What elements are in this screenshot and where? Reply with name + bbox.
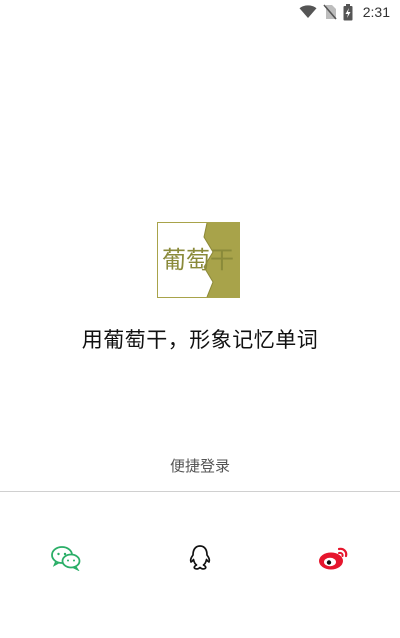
app-logo: 葡萄干 bbox=[157, 222, 240, 298]
qq-login-button[interactable] bbox=[182, 540, 218, 576]
battery-charging-icon bbox=[343, 3, 353, 21]
wifi-icon bbox=[299, 5, 317, 19]
no-sim-icon bbox=[323, 4, 337, 20]
wechat-icon bbox=[51, 545, 81, 571]
divider bbox=[0, 491, 400, 492]
status-icons: 2:31 bbox=[299, 2, 390, 22]
status-time: 2:31 bbox=[362, 4, 390, 20]
qq-icon bbox=[188, 544, 212, 572]
wechat-login-button[interactable] bbox=[48, 540, 84, 576]
weibo-icon bbox=[317, 544, 351, 572]
logo-text: 葡萄干 bbox=[162, 246, 234, 274]
status-bar: 2:31 bbox=[0, 0, 400, 24]
slogan: 用葡萄干，形象记忆单词 bbox=[81, 328, 319, 352]
weibo-login-button[interactable] bbox=[316, 540, 352, 576]
quick-login-label: 便捷登录 bbox=[169, 457, 230, 475]
